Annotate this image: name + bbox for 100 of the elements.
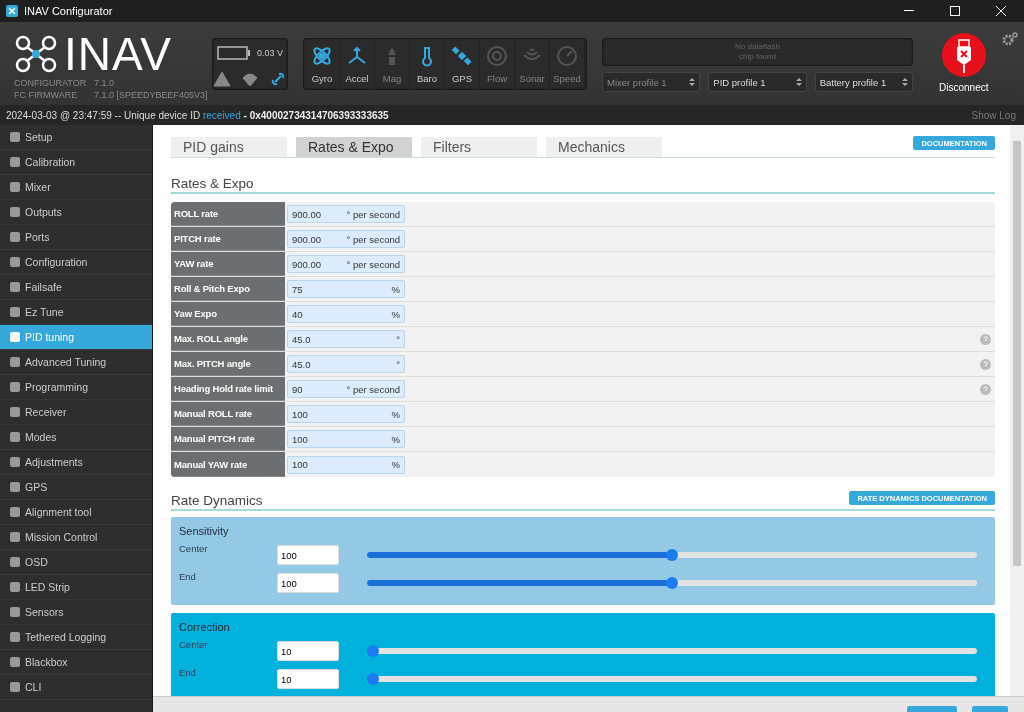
number-field[interactable]: 10 <box>277 669 339 689</box>
number-field[interactable]: 45.0 ° <box>287 330 405 348</box>
sensor-label: Accel <box>345 72 369 84</box>
tab[interactable]: Filters <box>421 137 537 157</box>
number-field[interactable]: 900.00 ° per second <box>287 255 405 273</box>
number-field[interactable]: 100 <box>277 545 339 565</box>
slider[interactable] <box>367 645 977 657</box>
version-value: 7.1.0 <box>94 77 116 89</box>
window-title: INAV Configurator <box>24 5 113 17</box>
sidebar-item[interactable]: Ports <box>0 225 152 250</box>
number-field[interactable]: 100 % <box>287 405 405 423</box>
number-field[interactable]: 45.0 ° <box>287 355 405 373</box>
help-icon[interactable] <box>980 383 991 395</box>
field-label: Manual YAW rate <box>171 452 285 477</box>
close-icon[interactable] <box>996 6 1006 16</box>
axes-icon <box>346 44 368 67</box>
sidebar-item[interactable]: Programming <box>0 375 152 400</box>
number-field[interactable]: 100 <box>277 573 339 593</box>
sidebar-item[interactable]: CLI <box>0 675 152 700</box>
unit-label: % <box>391 433 400 445</box>
sidebar-item[interactable]: Mission Control <box>0 525 152 550</box>
slider-thumb[interactable] <box>367 673 379 685</box>
square-icon <box>10 232 20 242</box>
field-label: Yaw Expo <box>171 302 285 326</box>
unit-label: % <box>391 459 400 470</box>
scrollbar[interactable] <box>1010 125 1024 696</box>
number-field[interactable]: 100 % <box>287 430 405 448</box>
field-label: Manual ROLL rate <box>171 402 285 426</box>
tab[interactable]: Rates & Expo <box>296 137 412 157</box>
unit-label: ° per second <box>346 208 400 220</box>
square-icon <box>10 657 20 667</box>
number-field[interactable]: 40 % <box>287 305 405 323</box>
field-label: Max. ROLL angle <box>171 327 285 351</box>
toolbar-button[interactable] <box>972 706 1008 712</box>
square-icon <box>10 632 20 642</box>
sidebar-item[interactable]: LED Strip <box>0 575 152 600</box>
slider[interactable] <box>367 577 977 589</box>
sidebar-item[interactable]: Advanced Tuning <box>0 350 152 375</box>
number-field[interactable]: 900.00 ° per second <box>287 230 405 248</box>
sidebar-item[interactable]: Setup <box>0 125 152 150</box>
number-field[interactable]: 90 ° per second <box>287 380 405 398</box>
sidebar-item[interactable]: Sensors <box>0 600 152 625</box>
profile-select[interactable]: Battery profile 1 <box>814 72 913 92</box>
version-label: CONFIGURATOR <box>14 77 88 89</box>
sidebar-item[interactable]: Configuration <box>0 250 152 275</box>
group-title: Correction <box>179 621 231 633</box>
square-icon <box>10 382 20 392</box>
sort-arrows-icon <box>902 77 908 87</box>
square-icon <box>10 157 20 167</box>
sidebar-item[interactable]: Tethered Logging <box>0 625 152 650</box>
square-icon <box>10 407 20 417</box>
unit-label: % <box>391 308 400 320</box>
slider[interactable] <box>367 673 977 685</box>
unit-label: ° <box>396 358 400 370</box>
slider-thumb[interactable] <box>666 549 678 561</box>
field-label: YAW rate <box>171 252 285 276</box>
toolbar-button[interactable] <box>907 706 957 712</box>
sidebar-item[interactable]: OSD <box>0 550 152 575</box>
sidebar-item[interactable]: Adjustments <box>0 450 152 475</box>
group-title: Sensitivity <box>179 525 230 537</box>
number-field[interactable]: 75 % <box>287 280 405 298</box>
help-icon[interactable] <box>980 333 991 345</box>
tab[interactable]: Mechanics <box>546 137 662 157</box>
sidebar-item[interactable]: Modes <box>0 425 152 450</box>
app-icon <box>6 5 18 17</box>
sidebar-item[interactable]: Calibration <box>0 150 152 175</box>
disc-icon <box>486 44 508 67</box>
field-label: PITCH rate <box>171 227 285 251</box>
slider-thumb[interactable] <box>367 645 379 657</box>
square-icon <box>10 207 20 217</box>
help-icon[interactable] <box>980 358 991 370</box>
sidebar-item[interactable]: GPS <box>0 475 152 500</box>
drone-icon <box>14 34 58 74</box>
unit-label: ° <box>396 333 400 345</box>
sidebar-item[interactable]: Blackbox <box>0 650 152 675</box>
battery-icon <box>217 46 251 60</box>
sidebar-item[interactable]: Mixer <box>0 175 152 200</box>
tab[interactable]: PID gains <box>171 137 287 157</box>
field-label: Center <box>179 639 209 650</box>
field-label: Center <box>179 543 209 554</box>
square-icon <box>10 282 20 292</box>
show-log-link[interactable]: Show Log <box>971 109 1016 121</box>
slider[interactable] <box>367 549 977 561</box>
number-field[interactable]: 100 % <box>287 455 405 474</box>
slider-thumb[interactable] <box>666 577 678 589</box>
sidebar-item[interactable]: Outputs <box>0 200 152 225</box>
sidebar-item[interactable]: Failsafe <box>0 275 152 300</box>
unit-label: ° per second <box>346 258 400 270</box>
number-field[interactable]: 900.00 ° per second <box>287 205 405 223</box>
number-field[interactable]: 10 <box>277 641 339 661</box>
field-label: End <box>179 667 197 678</box>
profile-select[interactable]: PID profile 1 <box>708 72 807 92</box>
settings-icon[interactable] <box>1002 32 1018 46</box>
gauge-icon <box>556 44 578 67</box>
square-icon <box>10 507 20 517</box>
maximize-icon[interactable] <box>950 6 960 16</box>
sidebar-item[interactable]: Alignment tool <box>0 500 152 525</box>
minimize-icon[interactable] <box>904 10 914 12</box>
section-title: Rate Dynamics <box>171 493 263 508</box>
sidebar-item[interactable]: Receiver <box>0 400 152 425</box>
